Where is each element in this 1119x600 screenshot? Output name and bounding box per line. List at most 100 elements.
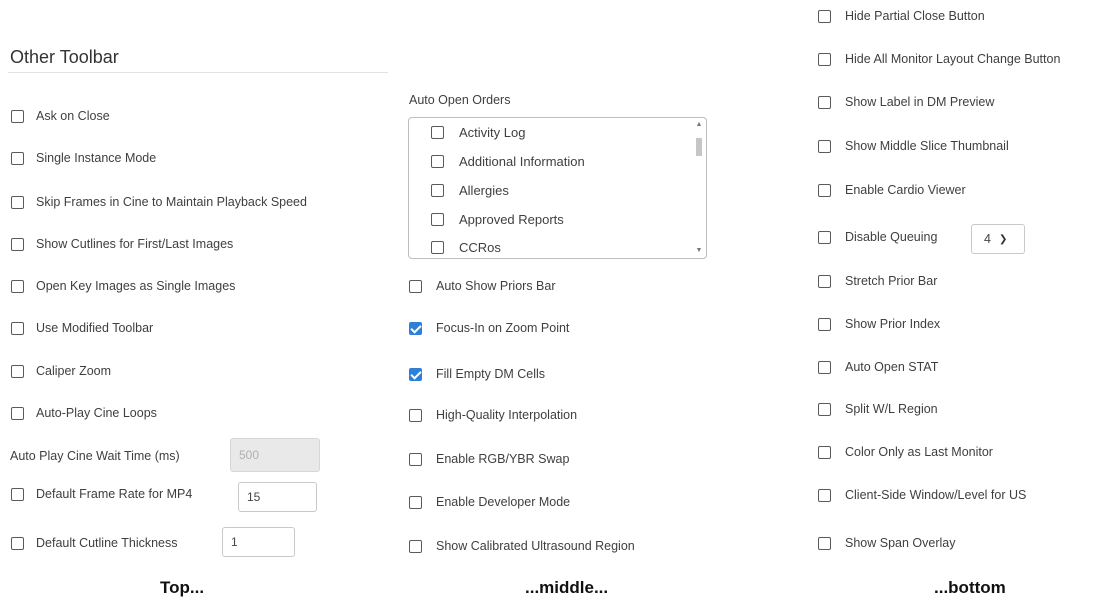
checkbox-label: Show Cutlines for First/Last Images [36, 237, 234, 251]
checkbox-checked-icon[interactable] [409, 367, 422, 381]
checkbox-row-color-only-as-last-monitor[interactable]: Color Only as Last Monitor [818, 442, 993, 462]
cutline-checkbox-row[interactable]: Default Cutline Thickness [11, 533, 178, 553]
checkbox-row-split-w-l-region[interactable]: Split W/L Region [818, 399, 938, 419]
checkbox[interactable] [11, 364, 24, 378]
checkbox-row-caliper-zoom[interactable]: Caliper Zoom [11, 361, 111, 381]
checkbox-row-disable-queuing[interactable]: Disable Queuing [818, 227, 937, 247]
checkbox-label: Ask on Close [36, 109, 110, 123]
checkbox[interactable] [818, 95, 831, 109]
checkbox-row-client-side-window-level-for-us[interactable]: Client-Side Window/Level for US [818, 485, 1026, 505]
list-item-ccros[interactable]: CCRos [431, 240, 501, 255]
checkbox[interactable] [11, 237, 24, 251]
checkbox[interactable] [431, 126, 444, 139]
checkbox[interactable] [409, 495, 422, 509]
checkbox-row-auto-show-priors-bar[interactable]: Auto Show Priors Bar [409, 276, 556, 296]
checkbox-row-enable-developer-mode[interactable]: Enable Developer Mode [409, 492, 570, 512]
frame-rate-checkbox-row[interactable]: Default Frame Rate for MP4 [11, 484, 192, 504]
checkbox-row-stretch-prior-bar[interactable]: Stretch Prior Bar [818, 271, 937, 291]
checkbox-row-enable-rgb-ybr-swap[interactable]: Enable RGB/YBR Swap [409, 449, 569, 469]
checkbox[interactable] [818, 488, 831, 502]
checkbox-row-show-middle-slice-thumbnail[interactable]: Show Middle Slice Thumbnail [818, 136, 1009, 156]
checkbox[interactable] [818, 360, 831, 374]
checkbox-label: Enable Cardio Viewer [845, 183, 966, 197]
checkbox-label: Auto Show Priors Bar [436, 279, 556, 293]
checkbox[interactable] [818, 536, 831, 550]
checkbox[interactable] [11, 321, 24, 335]
checkbox[interactable] [818, 274, 831, 288]
checkbox[interactable] [431, 241, 444, 254]
auto-open-orders-list[interactable]: Activity Log Additional Information Allerg… [408, 117, 707, 259]
checkbox[interactable] [818, 402, 831, 416]
checkbox-row-fill-empty-dm-cells[interactable]: Fill Empty DM Cells [409, 364, 545, 384]
scroll-up-icon[interactable]: ▲ [694, 120, 704, 130]
checkbox-checked-icon[interactable] [409, 321, 422, 335]
frame-rate-label: Default Frame Rate for MP4 [36, 487, 193, 501]
checkbox-label: Use Modified Toolbar [36, 321, 154, 335]
checkbox-row-open-key-images-as-single-images[interactable]: Open Key Images as Single Images [11, 276, 235, 296]
wait-time-label: Auto Play Cine Wait Time (ms) [10, 449, 180, 463]
checkbox-row-ask-on-close[interactable]: Ask on Close [11, 106, 110, 126]
checkbox[interactable] [11, 279, 24, 293]
checkbox[interactable] [409, 452, 422, 466]
checkbox-label: Color Only as Last Monitor [845, 445, 993, 459]
checkbox[interactable] [409, 539, 422, 553]
checkbox-label: Auto Open STAT [845, 360, 939, 374]
list-item-label: Approved Reports [459, 212, 564, 227]
wait-time-input[interactable] [230, 438, 320, 472]
checkbox[interactable] [11, 536, 24, 550]
list-item-allergies[interactable]: Allergies [431, 183, 509, 198]
checkbox-row-auto-play-cine-loops[interactable]: Auto-Play Cine Loops [11, 403, 157, 423]
checkbox-label: Hide All Monitor Layout Change Button [845, 52, 1061, 66]
checkbox-label: Disable Queuing [845, 230, 938, 244]
checkbox[interactable] [818, 139, 831, 153]
checkbox-label: Show Label in DM Preview [845, 95, 995, 109]
checkbox[interactable] [409, 408, 422, 422]
checkbox-row-show-cutlines-for-first-last-images[interactable]: Show Cutlines for First/Last Images [11, 234, 233, 254]
checkbox-row-hide-partial-close-button[interactable]: Hide Partial Close Button [818, 6, 985, 26]
checkbox-row-show-label-in-dm-preview[interactable]: Show Label in DM Preview [818, 92, 994, 112]
checkbox-row-single-instance-mode[interactable]: Single Instance Mode [11, 148, 156, 168]
checkbox[interactable] [11, 487, 24, 501]
checkbox-row-high-quality-interpolation[interactable]: High-Quality Interpolation [409, 405, 577, 425]
checkbox[interactable] [818, 52, 831, 66]
checkbox[interactable] [818, 317, 831, 331]
checkbox-label: Fill Empty DM Cells [436, 367, 546, 381]
checkbox-label: Enable Developer Mode [436, 495, 571, 509]
list-scrollbar[interactable]: ▲ ▼ [694, 120, 704, 256]
checkbox-label: Single Instance Mode [36, 151, 157, 165]
scroll-down-icon[interactable]: ▼ [694, 246, 704, 256]
checkbox[interactable] [818, 445, 831, 459]
checkbox[interactable] [431, 184, 444, 197]
list-item-approved-reports[interactable]: Approved Reports [431, 212, 564, 227]
checkbox[interactable] [431, 213, 444, 226]
scroll-thumb[interactable] [696, 138, 702, 156]
checkbox-row-skip-frames-in-cine-to-maintain-playback-speed[interactable]: Skip Frames in Cine to Maintain Playback… [11, 192, 307, 212]
checkbox-row-show-prior-index[interactable]: Show Prior Index [818, 314, 940, 334]
checkbox-row-use-modified-toolbar[interactable]: Use Modified Toolbar [11, 318, 153, 338]
checkbox[interactable] [11, 151, 24, 165]
chevron-down-icon: ❯ [998, 233, 1008, 245]
list-item-additional-information[interactable]: Additional Information [431, 154, 585, 169]
checkbox[interactable] [818, 9, 831, 23]
checkbox-label: Focus-In on Zoom Point [436, 321, 570, 335]
list-item-activity-log[interactable]: Activity Log [431, 125, 525, 140]
queue-count-select[interactable]: 4 ❯ [971, 224, 1025, 254]
checkbox-label: Stretch Prior Bar [845, 274, 938, 288]
checkbox[interactable] [431, 155, 444, 168]
checkbox[interactable] [409, 279, 422, 293]
checkbox-row-show-span-overlay[interactable]: Show Span Overlay [818, 533, 955, 553]
cutline-thickness-input[interactable] [222, 527, 295, 557]
list-item-label: Activity Log [459, 125, 526, 140]
checkbox[interactable] [11, 109, 24, 123]
checkbox-row-enable-cardio-viewer[interactable]: Enable Cardio Viewer [818, 180, 966, 200]
checkbox-label: Show Prior Index [845, 317, 941, 331]
checkbox[interactable] [818, 183, 831, 197]
checkbox[interactable] [818, 230, 831, 244]
checkbox-row-auto-open-stat[interactable]: Auto Open STAT [818, 357, 938, 377]
checkbox[interactable] [11, 406, 24, 420]
checkbox-row-focus-in-on-zoom-point[interactable]: Focus-In on Zoom Point [409, 318, 569, 338]
frame-rate-input[interactable] [238, 482, 317, 512]
checkbox-row-hide-all-monitor-layout-change-button[interactable]: Hide All Monitor Layout Change Button [818, 49, 1060, 69]
checkbox[interactable] [11, 195, 24, 209]
checkbox-row-show-calibrated-ultrasound-region[interactable]: Show Calibrated Ultrasound Region [409, 536, 635, 556]
